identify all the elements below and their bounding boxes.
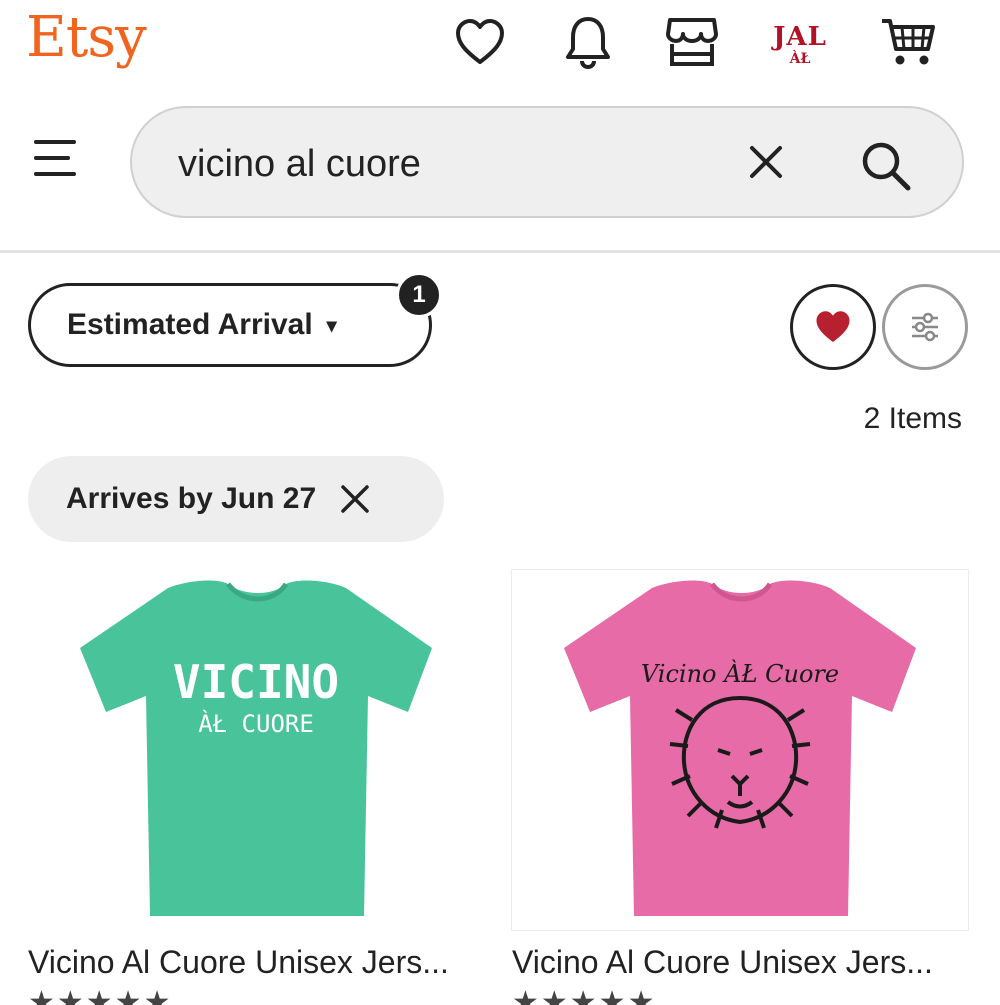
listing-title[interactable]: Vicino Al Cuore Unisex Jers...	[28, 944, 478, 981]
close-icon	[750, 146, 782, 178]
shirt-text-script: Vicino ÀŁ Cuore	[641, 659, 839, 688]
menu-icon-bar	[34, 172, 76, 176]
heart-filled-icon	[816, 311, 850, 342]
search-input[interactable]	[176, 136, 720, 192]
filter-label: Estimated Arrival	[67, 308, 313, 341]
shop-icon	[666, 18, 718, 66]
listing-card[interactable]: VICINO ÀŁ CUORE Vicino Al Cuore Unisex J…	[28, 570, 484, 1005]
bell-icon	[566, 17, 610, 69]
cart-icon	[882, 19, 935, 65]
remove-filter-button[interactable]	[338, 482, 372, 516]
avatar-line-1: JAL	[773, 22, 827, 52]
listing-image[interactable]: Vicino ÀŁ Cuore	[512, 570, 968, 930]
teal-tshirt-image: VICINO ÀŁ CUORE	[80, 580, 432, 916]
listing-image[interactable]: VICINO ÀŁ CUORE	[28, 570, 484, 930]
result-count: 2 Items	[863, 402, 962, 435]
search-submit-button[interactable]	[858, 138, 914, 194]
estimated-arrival-filter[interactable]: Estimated Arrival ▾	[28, 283, 432, 367]
search-bar	[130, 106, 964, 218]
shirt-text-line-2: ÀŁ CUORE	[198, 709, 314, 738]
rating-stars: ★★★★★	[28, 986, 173, 1005]
chip-label: Arrives by Jun 27	[66, 482, 317, 515]
etsy-logo[interactable]: Etsy	[26, 2, 147, 74]
search-icon	[862, 142, 911, 191]
applied-filter-chip[interactable]: Arrives by Jun 27	[28, 456, 444, 542]
favorites-filter-button[interactable]	[790, 284, 876, 370]
listing-card[interactable]: Vicino ÀŁ Cuore Vicino Al Cuore Unisex J…	[512, 570, 968, 1005]
rating-stars: ★★★★★	[512, 986, 657, 1005]
shop-manager-button[interactable]	[664, 14, 720, 70]
listing-title[interactable]: Vicino Al Cuore Unisex Jers...	[512, 944, 962, 981]
menu-button[interactable]	[34, 140, 82, 184]
caret-down-icon: ▾	[326, 314, 337, 337]
filter-settings-button[interactable]	[882, 284, 968, 370]
header-divider	[0, 250, 1000, 253]
sliders-icon	[912, 312, 938, 342]
close-icon	[341, 485, 369, 513]
shirt-text-line-1: VICINO	[173, 655, 339, 709]
notifications-button[interactable]	[560, 14, 616, 70]
pink-tshirt-image: Vicino ÀŁ Cuore	[564, 580, 916, 916]
menu-icon-bar	[34, 140, 76, 144]
menu-icon-bar	[34, 156, 70, 160]
favorites-button[interactable]	[452, 14, 508, 70]
clear-search-button[interactable]	[744, 140, 788, 184]
cart-button[interactable]	[880, 14, 936, 70]
avatar-line-2: ÀŁ	[789, 51, 811, 67]
heart-icon	[456, 19, 504, 64]
filter-count-badge: 1	[396, 272, 442, 318]
account-avatar[interactable]: JAL ÀŁ	[770, 14, 830, 76]
